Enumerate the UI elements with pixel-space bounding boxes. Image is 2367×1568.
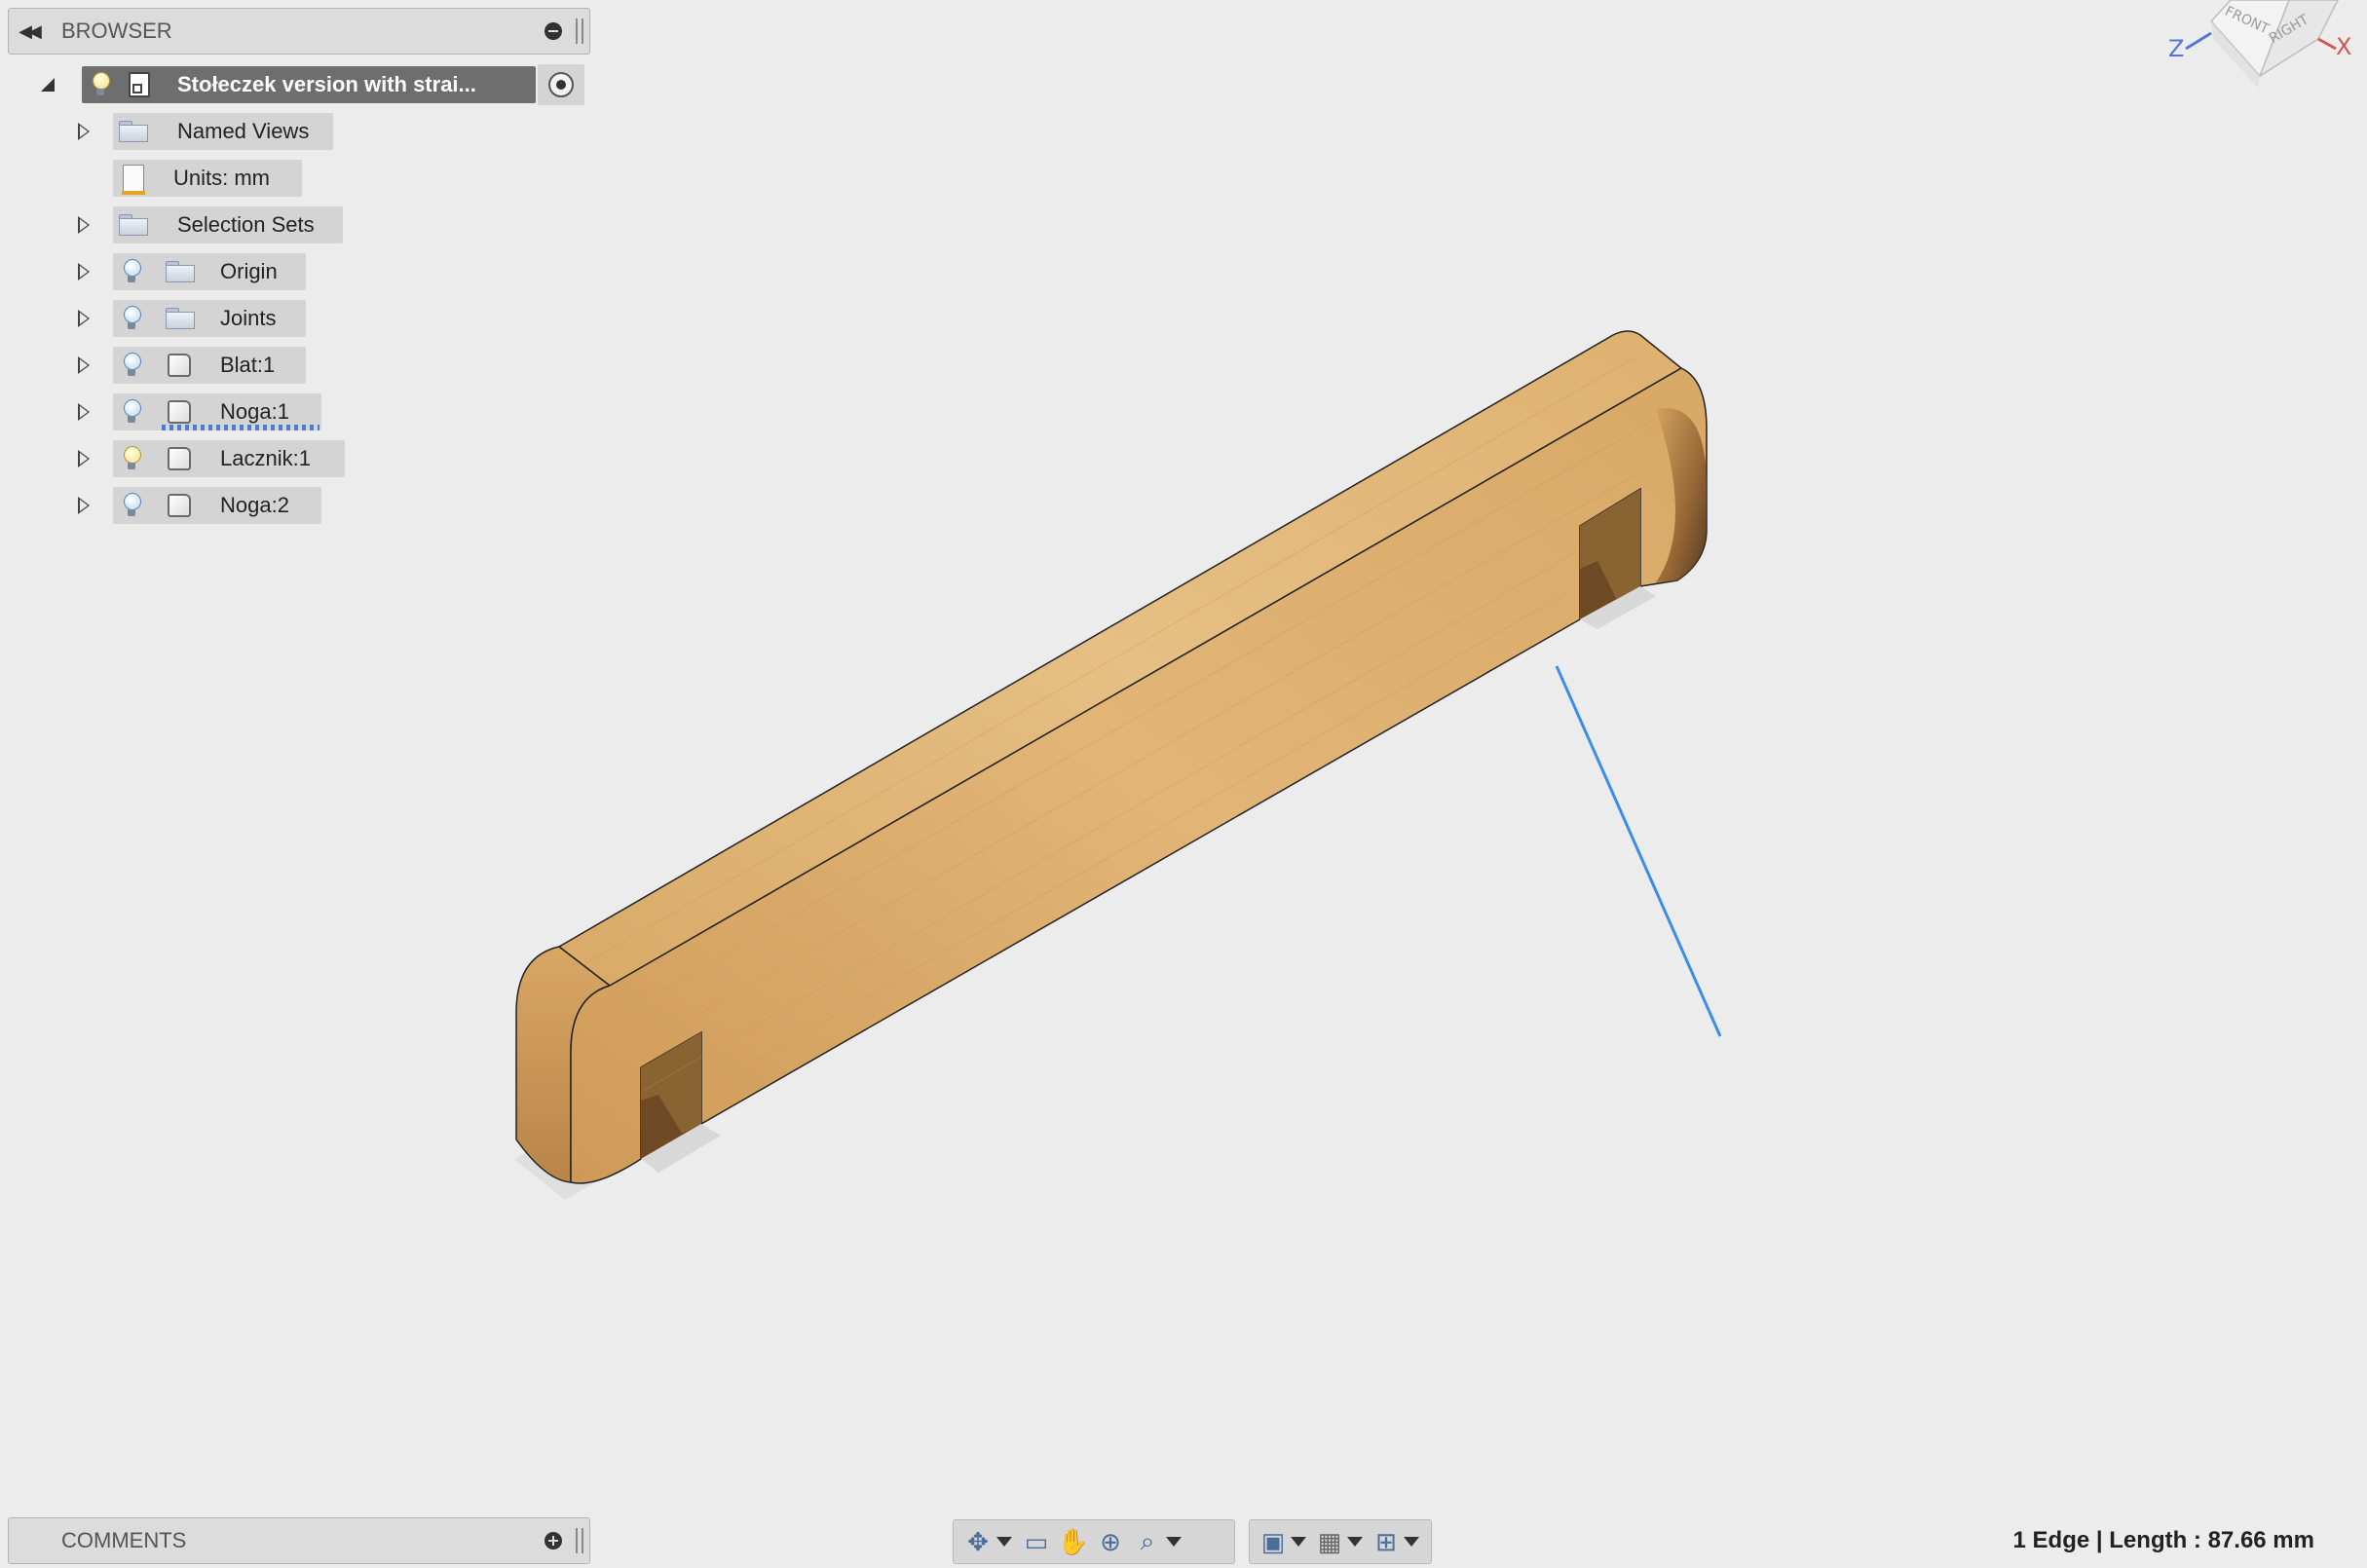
comments-title: COMMENTS (61, 1528, 187, 1552)
display-dropdown-icon[interactable] (1291, 1537, 1306, 1547)
wooden-connector-part[interactable] (514, 330, 1708, 1200)
axis-x-label: X (2336, 33, 2351, 60)
zoom-icon[interactable]: ⊕ (1092, 1524, 1129, 1559)
canvas-viewport[interactable] (0, 0, 2367, 1568)
orbit-dropdown-icon[interactable] (996, 1537, 1012, 1547)
pan-icon[interactable]: ✋ (1055, 1524, 1092, 1559)
comments-panel-header[interactable]: COMMENTS (8, 1517, 590, 1564)
viewports-dropdown-icon[interactable] (1404, 1537, 1419, 1547)
panel-grip-icon[interactable] (576, 1528, 583, 1553)
selected-edge[interactable] (1555, 665, 1722, 1037)
display-toolbar: ▣ ▦ ⊞ (1249, 1519, 1432, 1564)
grid-icon[interactable]: ▦ (1312, 1524, 1347, 1559)
display-settings-icon[interactable]: ▣ (1256, 1524, 1291, 1559)
axis-z-line (2185, 31, 2212, 51)
axis-z-label: Z (2168, 35, 2184, 62)
look-at-icon[interactable]: ▭ (1018, 1524, 1055, 1559)
axis-x-line (2317, 37, 2337, 51)
orbit-icon[interactable]: ✥ (959, 1524, 996, 1559)
expand-comments-icon[interactable] (545, 1532, 562, 1549)
zoom-dropdown-icon[interactable] (1166, 1537, 1182, 1547)
grid-dropdown-icon[interactable] (1347, 1537, 1363, 1547)
viewcube[interactable]: FRONT RIGHT Z X (2143, 0, 2367, 97)
fit-icon[interactable]: ⌕ (1129, 1524, 1166, 1559)
selection-status: 1 Edge | Length : 87.66 mm (2012, 1527, 2314, 1553)
navigation-toolbar: ✥ ▭ ✋ ⊕ ⌕ (953, 1519, 1235, 1564)
viewports-icon[interactable]: ⊞ (1369, 1524, 1404, 1559)
